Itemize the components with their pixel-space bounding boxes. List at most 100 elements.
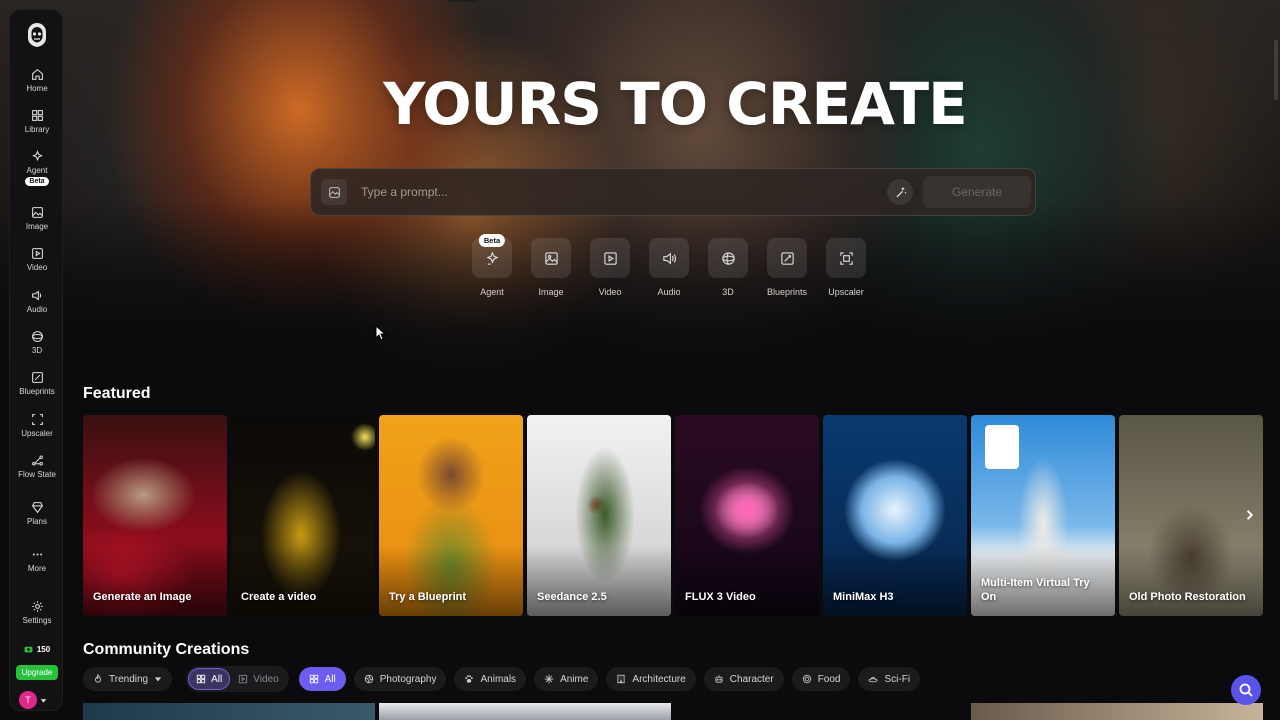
card-label: FLUX 3 Video (685, 591, 756, 603)
sidebar-item-more[interactable]: More (10, 548, 64, 573)
tool-label: Video (598, 287, 622, 297)
carousel-next-icon[interactable] (1242, 508, 1256, 522)
3d-icon (31, 331, 43, 342)
grid-icon (309, 674, 318, 684)
sidebar-item-3d[interactable]: 3D (10, 330, 64, 355)
sidebar-item-audio[interactable]: Audio (10, 289, 64, 314)
sidebar-item-settings[interactable]: Settings (10, 600, 64, 625)
card-overlay (527, 546, 671, 616)
featured-carousel: Generate an Image Create a video Try a B… (83, 415, 1263, 617)
community-item[interactable] (379, 703, 671, 720)
sidebar-item-label: Library (24, 125, 50, 134)
enhance-prompt-button[interactable] (887, 179, 913, 205)
beta-badge: Beta (478, 234, 506, 247)
sparkle-icon (544, 674, 554, 684)
card-label: MiniMax H3 (833, 591, 894, 603)
category-chip-animals[interactable]: Animals (454, 667, 527, 691)
tool-video[interactable]: Video (590, 238, 630, 297)
sidebar-item-image[interactable]: Image (10, 206, 64, 231)
blueprints-icon (31, 372, 43, 383)
sort-label: Trending (109, 673, 149, 685)
upscaler-icon (839, 251, 853, 265)
sidebar-item-label: Upscaler (21, 429, 53, 438)
media-filter-label: Video (253, 673, 279, 685)
sidebar-item-blueprints[interactable]: Blueprints (10, 371, 64, 396)
account-menu[interactable]: T (19, 691, 47, 709)
sidebar-item-label: Agent (26, 166, 48, 175)
tool-audio[interactable]: Audio (649, 238, 689, 297)
sidebar-item-label: Audio (26, 305, 48, 314)
featured-card[interactable]: Seedance 2.5 (527, 415, 671, 616)
generate-button[interactable]: Generate (923, 176, 1031, 208)
category-chip-photography[interactable]: Photography (353, 667, 447, 691)
image-icon (544, 251, 558, 265)
category-label: Sci-Fi (884, 673, 911, 685)
flow-state-icon (31, 455, 43, 466)
sidebar-item-agent[interactable]: Agent Beta (10, 150, 64, 186)
category-chip-all[interactable]: All (298, 667, 346, 691)
sidebar-item-library[interactable]: Library (10, 109, 64, 134)
sort-dropdown[interactable]: Trending (83, 667, 173, 691)
featured-card[interactable]: Create a video (231, 415, 375, 616)
search-button[interactable] (1231, 675, 1261, 705)
media-filter-video[interactable]: Video (230, 668, 286, 690)
image-icon (31, 207, 43, 218)
featured-card[interactable]: FLUX 3 Video (675, 415, 819, 616)
media-filter-all[interactable]: All (188, 668, 231, 690)
token-icon (24, 646, 33, 653)
food-icon (802, 674, 811, 684)
tool-blueprints[interactable]: Blueprints (767, 238, 807, 297)
category-label: Food (817, 673, 841, 685)
prompt-input[interactable] (361, 177, 887, 207)
plans-icon (31, 502, 43, 514)
community-filters: Trending All Video All Photography Anima… (83, 666, 928, 692)
brand-logo[interactable] (24, 22, 50, 48)
sidebar-item-home[interactable]: Home (10, 68, 64, 93)
upgrade-button[interactable]: Upgrade (16, 665, 58, 680)
card-label: Generate an Image (93, 591, 192, 603)
sidebar-item-plans[interactable]: Plans (10, 501, 64, 526)
sidebar-item-flow-state[interactable]: Flow State (10, 454, 64, 479)
category-chip-anime[interactable]: Anime (534, 667, 599, 691)
tool-agent[interactable]: Beta Agent (472, 234, 512, 297)
media-filter-label: All (211, 673, 223, 685)
category-label: Anime (560, 673, 589, 685)
category-chip-food[interactable]: Food (791, 667, 851, 691)
category-chip-sci-fi[interactable]: Sci-Fi (858, 667, 921, 691)
featured-card[interactable]: Multi-Item Virtual Try On (971, 415, 1115, 616)
top-indicator (448, 0, 478, 2)
sidebar-item-upscaler[interactable]: Upscaler (10, 413, 64, 438)
card-label: Old Photo Restoration (1129, 591, 1246, 603)
robot-icon (715, 675, 723, 683)
featured-card[interactable]: Try a Blueprint (379, 415, 523, 616)
card-overlay (823, 546, 967, 616)
chevron-down-icon (154, 677, 162, 682)
featured-card[interactable]: MiniMax H3 (823, 415, 967, 616)
community-item[interactable] (83, 703, 375, 720)
library-icon (31, 110, 43, 121)
upscaler-icon (31, 414, 43, 425)
video-icon (603, 251, 617, 265)
credit-balance[interactable]: 150 (10, 645, 64, 654)
tool-upscaler[interactable]: Upscaler (826, 238, 866, 297)
category-chip-architecture[interactable]: Architecture (606, 667, 696, 691)
tool-label: Agent (480, 287, 504, 297)
audio-icon (662, 252, 676, 264)
tool-image[interactable]: Image (531, 238, 571, 297)
card-overlay (231, 546, 375, 616)
card-overlay (379, 546, 523, 616)
tool-3d[interactable]: 3D (708, 238, 748, 297)
hero-title: YOURS TO CREATE (383, 70, 967, 138)
add-image-button[interactable] (321, 179, 347, 205)
agent-icon (485, 250, 499, 265)
community-item[interactable] (675, 703, 967, 720)
card-label: Seedance 2.5 (537, 591, 607, 603)
tool-label: Blueprints (766, 287, 808, 297)
sidebar-item-label: 3D (31, 346, 43, 355)
sidebar-item-video[interactable]: Video (10, 247, 64, 272)
category-chip-character[interactable]: Character (703, 667, 784, 691)
community-item[interactable] (971, 703, 1263, 720)
sidebar-item-label: More (27, 564, 47, 573)
featured-card[interactable]: Generate an Image (83, 415, 227, 616)
sidebar-item-label: Video (26, 263, 48, 272)
